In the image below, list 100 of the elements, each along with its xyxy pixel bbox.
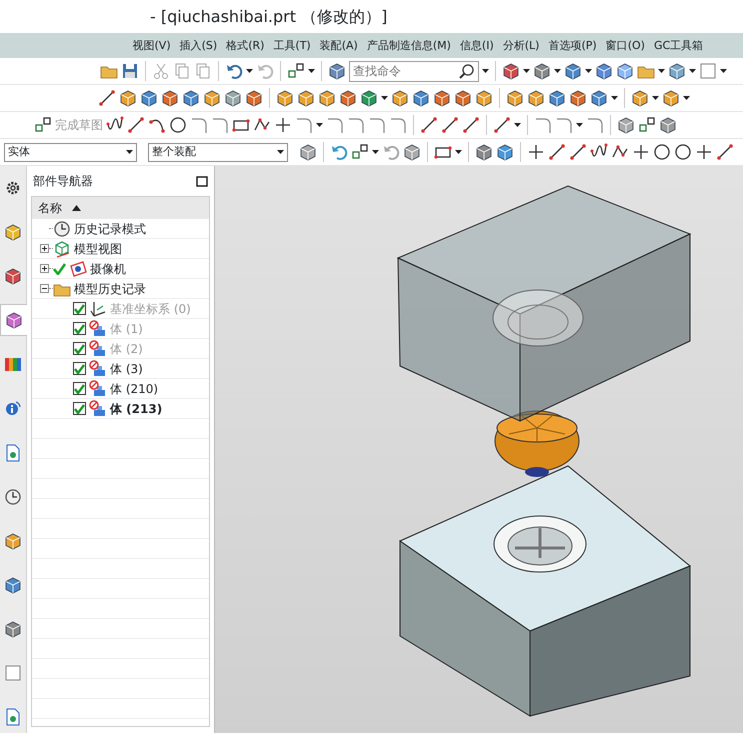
tree-item-label[interactable]: 体 (210): [110, 380, 158, 398]
cube-icon[interactable]: [475, 89, 493, 107]
menu-item[interactable]: 视图(V): [128, 33, 176, 58]
corner-icon[interactable]: [347, 116, 365, 134]
circle-icon[interactable]: [674, 143, 692, 161]
menu-item[interactable]: 格式(R): [222, 33, 269, 58]
cube-icon[interactable]: [548, 89, 566, 107]
cube-icon[interactable]: [595, 62, 613, 80]
expand-toggle[interactable]: [40, 264, 49, 273]
line-icon[interactable]: [462, 116, 480, 134]
tree-item-label[interactable]: 模型历史记录: [74, 280, 146, 298]
line-icon[interactable]: [493, 116, 511, 134]
cube-icon[interactable]: [475, 143, 493, 161]
cube-icon[interactable]: [4, 576, 22, 594]
cube-icon[interactable]: [506, 89, 524, 107]
caret-icon[interactable]: [585, 69, 592, 73]
search-field[interactable]: 查找命令: [349, 60, 479, 82]
cube-icon[interactable]: [119, 89, 137, 107]
cube-icon[interactable]: [412, 89, 430, 107]
cube-icon[interactable]: [569, 89, 587, 107]
checkbox[interactable]: [73, 362, 86, 375]
caret-icon[interactable]: [372, 150, 379, 154]
filter-dropdown[interactable]: 实体: [4, 142, 137, 162]
books-icon[interactable]: [4, 355, 22, 374]
cube-icon[interactable]: [203, 89, 221, 107]
panel-icon[interactable]: [4, 664, 22, 682]
caret-icon[interactable]: [246, 69, 253, 73]
menu-item[interactable]: 信息(I): [455, 33, 498, 58]
cube-icon[interactable]: [4, 620, 22, 638]
caret-icon[interactable]: [455, 150, 462, 154]
caret-icon[interactable]: [689, 69, 696, 73]
menu-item[interactable]: 装配(A): [315, 33, 362, 58]
cube-icon[interactable]: [502, 62, 520, 80]
cube-icon[interactable]: [339, 89, 357, 107]
menu-item[interactable]: 产品制造信息(M): [362, 33, 456, 58]
plus-icon[interactable]: [695, 143, 713, 161]
checkbox[interactable]: [73, 402, 86, 415]
line-icon[interactable]: [716, 143, 734, 161]
line-icon[interactable]: [127, 116, 145, 134]
cube-icon[interactable]: [4, 532, 22, 550]
line-icon[interactable]: [569, 143, 587, 161]
save-icon[interactable]: [121, 62, 139, 80]
menu-item[interactable]: 工具(T): [268, 33, 316, 58]
expand-toggle[interactable]: [40, 284, 49, 293]
caret-icon[interactable]: [554, 69, 561, 73]
cube-icon[interactable]: [631, 89, 649, 107]
menu-item[interactable]: 首选项(P): [544, 33, 602, 58]
caret-icon[interactable]: [381, 96, 388, 100]
cube-icon[interactable]: [527, 89, 545, 107]
corner-icon[interactable]: [368, 116, 386, 134]
menu-item[interactable]: GC工具箱: [649, 33, 708, 58]
grid-icon[interactable]: [351, 143, 369, 161]
cube-icon[interactable]: [616, 62, 634, 80]
cube-icon[interactable]: [590, 89, 608, 107]
menu-item[interactable]: 窗口(O): [601, 33, 650, 58]
maximize-icon[interactable]: [196, 176, 208, 186]
cube-icon[interactable]: [4, 311, 22, 330]
line-icon[interactable]: [98, 89, 116, 107]
caret-icon[interactable]: [611, 96, 618, 100]
cube-icon[interactable]: [299, 143, 317, 161]
cube-icon[interactable]: [533, 62, 551, 80]
tree-item-label[interactable]: 模型视图: [74, 240, 122, 258]
circle-icon[interactable]: [169, 116, 187, 134]
cube-icon[interactable]: [161, 89, 179, 107]
cube-icon[interactable]: [617, 116, 635, 134]
caret-icon[interactable]: [126, 150, 133, 154]
cube-icon[interactable]: [4, 266, 22, 285]
clock-icon[interactable]: [4, 488, 22, 506]
cube-icon[interactable]: [391, 89, 409, 107]
cube-icon[interactable]: [224, 89, 242, 107]
caret-icon[interactable]: [658, 69, 665, 73]
caret-icon[interactable]: [514, 123, 521, 127]
cube-icon[interactable]: [496, 143, 514, 161]
cube-icon[interactable]: [140, 89, 158, 107]
cube-icon[interactable]: [662, 89, 680, 107]
side-tab[interactable]: [0, 304, 26, 336]
undo-icon[interactable]: [225, 62, 243, 80]
caret-icon[interactable]: [652, 96, 659, 100]
tree-item-label[interactable]: 摄像机: [90, 260, 126, 278]
cube-icon[interactable]: [328, 62, 346, 80]
line-icon[interactable]: [420, 116, 438, 134]
cube-icon[interactable]: [454, 89, 472, 107]
tree-item-label[interactable]: 体 (213): [110, 400, 162, 418]
menu-item[interactable]: 插入(S): [175, 33, 222, 58]
document-icon[interactable]: [4, 708, 22, 726]
caret-icon[interactable]: [277, 150, 284, 154]
cube-icon[interactable]: [318, 89, 336, 107]
column-header[interactable]: 名称: [38, 199, 62, 217]
corner-icon[interactable]: [389, 116, 407, 134]
grid-icon[interactable]: [287, 62, 305, 80]
expand-toggle[interactable]: [40, 244, 49, 253]
plus-icon[interactable]: [632, 143, 650, 161]
sort-arrow-icon[interactable]: [72, 205, 81, 211]
info-icon[interactable]: [4, 399, 22, 418]
circle-icon[interactable]: [653, 143, 671, 161]
corner-icon[interactable]: [534, 116, 552, 134]
caret-icon[interactable]: [308, 69, 315, 73]
cube-icon[interactable]: [659, 116, 677, 134]
caret-icon[interactable]: [482, 69, 489, 73]
cube-icon[interactable]: [182, 89, 200, 107]
